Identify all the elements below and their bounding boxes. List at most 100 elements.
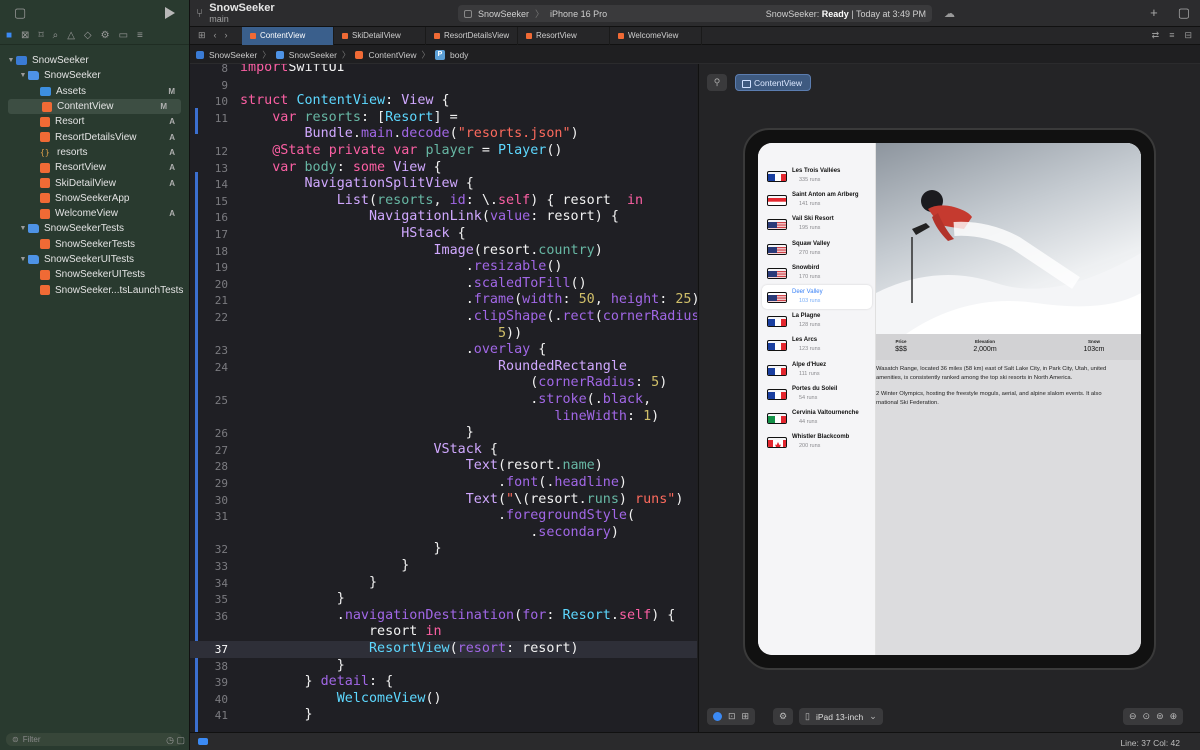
disclosure-icon[interactable]: ▼	[18, 256, 28, 263]
tree-item[interactable]: ResortView A	[0, 160, 189, 175]
breadcrumb-item[interactable]: ContentView	[368, 50, 416, 60]
code-line[interactable]: 30 Text("\(resort.runs) runs")	[190, 492, 697, 509]
code-line[interactable]: 36 .navigationDestination(for: Resort.se…	[190, 608, 697, 625]
breadcrumb-item[interactable]: body	[450, 50, 468, 60]
zoom-fit-icon[interactable]: ⊙	[1143, 711, 1151, 722]
project-branch[interactable]: ⑂ SnowSeeker main	[196, 2, 275, 24]
breadcrumb-item[interactable]: SnowSeeker	[289, 50, 337, 60]
code-line[interactable]: 8 importSwiftUI	[190, 64, 697, 77]
code-line[interactable]: Bundle.main.decode("resorts.json")	[190, 126, 697, 143]
tree-item[interactable]: Resort A	[0, 114, 189, 129]
filter-options-icon[interactable]: ◷ ▢	[166, 735, 185, 746]
disclosure-icon[interactable]: ▼	[18, 225, 28, 232]
resort-row[interactable]: Cervinia Valtournenche 44 runs	[762, 406, 872, 430]
code-line[interactable]: 26 }	[190, 425, 697, 442]
debug-icon[interactable]: ⚙	[101, 30, 110, 41]
disclosure-icon[interactable]: ▼	[18, 72, 28, 79]
editor-options-icon[interactable]: ≡	[1169, 30, 1174, 41]
code-line[interactable]: 37 ResortView(resort: resort)	[190, 641, 697, 658]
tab-resortview[interactable]: ResortView	[518, 26, 610, 45]
code-line[interactable]: 39 } detail: {	[190, 674, 697, 691]
folder-icon[interactable]: ■	[6, 30, 12, 41]
variants-icon[interactable]: ⊞	[742, 711, 750, 722]
code-line[interactable]: 14 NavigationSplitView {	[190, 176, 697, 193]
code-line[interactable]: .secondary)	[190, 525, 697, 542]
device-selector[interactable]: ▯ iPad 13-inch ⌄	[799, 708, 883, 725]
scheme-activity-bar[interactable]: SnowSeeker 〉 iPhone 16 Pro SnowSeeker: R…	[458, 5, 932, 22]
inspector-toggle-icon[interactable]: ▢	[1178, 5, 1190, 21]
code-line[interactable]: 35 }	[190, 591, 697, 608]
back-icon[interactable]: ‹	[214, 30, 217, 41]
disclosure-icon[interactable]: ▼	[6, 57, 16, 64]
resort-row[interactable]: Vail Ski Resort 195 runs	[762, 212, 872, 236]
forward-icon[interactable]: ›	[225, 30, 228, 41]
code-line[interactable]: 18 Image(resort.country)	[190, 243, 697, 260]
code-line[interactable]: 15 List(resorts, id: \.self) { resort in	[190, 193, 697, 210]
run-destination[interactable]: iPhone 16 Pro	[550, 9, 607, 19]
tree-item[interactable]: SnowSeeker...tsLaunchTests	[0, 282, 189, 297]
resort-row[interactable]: Portes du Soleil 54 runs	[762, 382, 872, 406]
tree-item[interactable]: SkiDetailView A	[0, 175, 189, 190]
code-line[interactable]: (cornerRadius: 5)	[190, 375, 697, 392]
code-line[interactable]: 33 }	[190, 558, 697, 575]
resort-row[interactable]: Snowbird 170 runs	[762, 261, 872, 285]
tree-item[interactable]: Assets M	[0, 84, 189, 99]
tree-item[interactable]: ResortDetailsView A	[0, 129, 189, 144]
code-line[interactable]: 20 .scaledToFill()	[190, 276, 697, 293]
code-line[interactable]: 11 var resorts: [Resort] =	[190, 110, 697, 127]
device-settings-icon[interactable]: ⚙	[779, 711, 787, 722]
debug-area-toggle-icon[interactable]	[198, 738, 208, 745]
code-line[interactable]: lineWidth: 1)	[190, 409, 697, 426]
bookmark-icon[interactable]: ⌑	[38, 30, 43, 41]
warning-icon[interactable]: △	[67, 30, 75, 41]
report-icon[interactable]: ≡	[137, 30, 143, 41]
resort-row[interactable]: Saint Anton am Arlberg 141 runs	[762, 188, 872, 212]
code-line[interactable]: 25 .stroke(.black,	[190, 392, 697, 409]
code-line[interactable]: 29 .font(.headline)	[190, 475, 697, 492]
code-line[interactable]: 21 .frame(width: 50, height: 25)	[190, 292, 697, 309]
code-line[interactable]: 17 HStack {	[190, 226, 697, 243]
source-control-icon[interactable]: ⊠	[21, 30, 29, 41]
pin-icon[interactable]: ⚲	[707, 74, 727, 91]
code-line[interactable]: 34 }	[190, 575, 697, 592]
add-icon[interactable]: +	[1150, 5, 1158, 21]
code-line[interactable]: 16 NavigationLink(value: resort) {	[190, 209, 697, 226]
grid-icon[interactable]: ⊞	[198, 30, 206, 41]
ipad-screen[interactable]: Les Trois Vallées 335 runs Saint Anton am …	[758, 143, 1141, 655]
breakpoint-icon[interactable]: ▭	[119, 30, 128, 41]
resort-row[interactable]: Squaw Valley 270 runs	[762, 237, 872, 261]
tab-skidetailview[interactable]: SkiDetailView	[334, 26, 426, 45]
tab-resortdetailsview[interactable]: ResortDetailsView	[426, 26, 518, 45]
code-line[interactable]: 13 var body: some View {	[190, 160, 697, 177]
sidebar-toggle-icon[interactable]: ▢	[14, 5, 26, 21]
resort-row[interactable]: Les Trois Vallées 335 runs	[762, 164, 872, 188]
tree-item[interactable]: WelcomeView A	[0, 206, 189, 221]
tree-item[interactable]: ▼ SnowSeekerUITests	[0, 252, 189, 267]
tab-contentview[interactable]: ContentView	[242, 26, 334, 45]
resort-row[interactable]: Deer Valley 103 runs	[762, 285, 872, 309]
code-line[interactable]: 32 }	[190, 541, 697, 558]
code-line[interactable]: 40 WelcomeView()	[190, 691, 697, 708]
tree-item[interactable]: SnowSeekerApp	[0, 191, 189, 206]
code-line[interactable]: 10 struct ContentView: View {	[190, 93, 697, 110]
run-icon[interactable]	[165, 7, 175, 19]
code-line[interactable]: resort in	[190, 624, 697, 641]
search-icon[interactable]: ⌕	[53, 30, 59, 41]
code-editor[interactable]: 8 importSwiftUI 9 10 struct ContentView: Vie…	[190, 64, 697, 732]
test-icon[interactable]: ◇	[84, 30, 92, 41]
breadcrumb-item[interactable]: SnowSeeker	[209, 50, 257, 60]
code-line[interactable]: 24 RoundedRectangle	[190, 359, 697, 376]
code-line[interactable]: 38 }	[190, 658, 697, 675]
code-line[interactable]: 27 VStack {	[190, 442, 697, 459]
cloud-icon[interactable]: ☁	[944, 7, 955, 20]
resort-row[interactable]: Whistler Blackcomb 200 runs	[762, 430, 872, 454]
code-line[interactable]: 19 .resizable()	[190, 259, 697, 276]
tree-item[interactable]: SnowSeekerTests	[0, 237, 189, 252]
resort-row[interactable]: Les Arcs 123 runs	[762, 333, 872, 357]
resort-row[interactable]: Alpe d'Huez 111 runs	[762, 358, 872, 382]
scheme-name[interactable]: SnowSeeker	[478, 9, 529, 19]
tab-welcomeview[interactable]: WelcomeView	[610, 26, 702, 45]
zoom-in-icon[interactable]: ⊕	[1170, 711, 1178, 722]
code-line[interactable]: 23 .overlay {	[190, 342, 697, 359]
tree-item[interactable]: ContentView M	[8, 98, 181, 115]
